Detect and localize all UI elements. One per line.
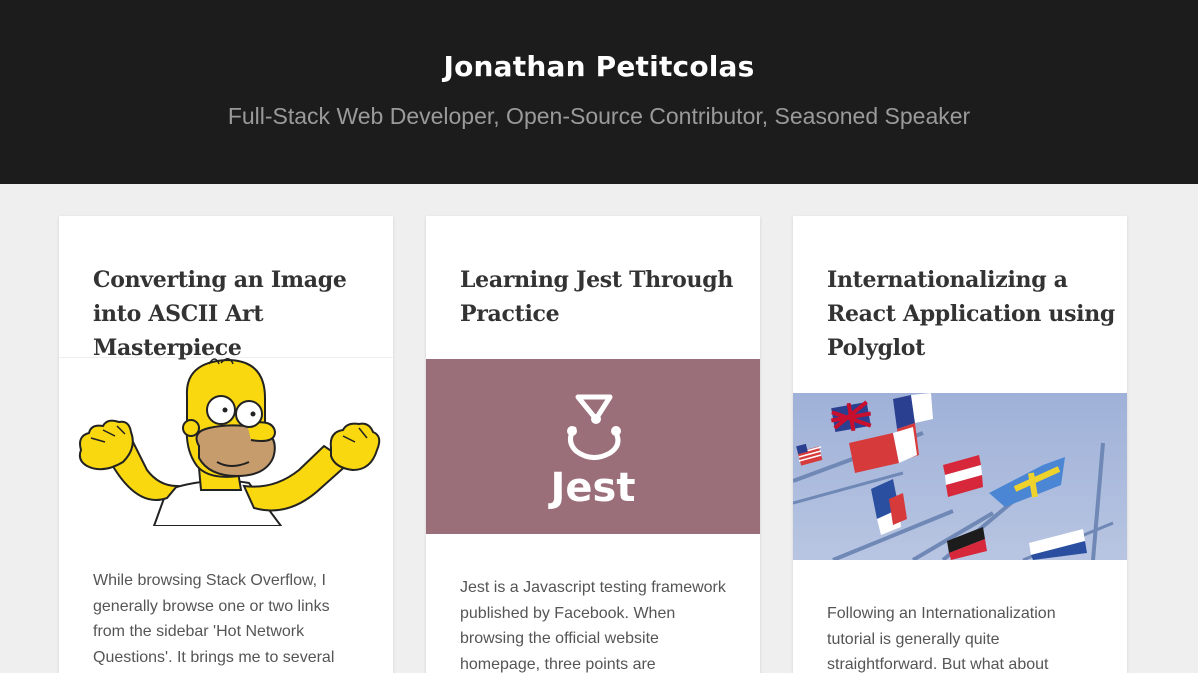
post-card[interactable]: Converting an Image into ASCII Art Maste…	[59, 216, 393, 673]
post-title[interactable]: Learning Jest Through Practice	[426, 216, 760, 359]
jest-logo[interactable]: Jest	[426, 359, 760, 534]
site-tagline: Full-Stack Web Developer, Open-Source Co…	[227, 103, 971, 129]
post-excerpt: While browsing Stack Overflow, I general…	[93, 572, 335, 666]
site-title[interactable]: Jonathan Petitcolas	[0, 50, 1198, 83]
post-title[interactable]: Internationalizing a React Application u…	[793, 216, 1127, 393]
post-card[interactable]: Internationalizing a React Application u…	[793, 216, 1127, 673]
post-card[interactable]: Learning Jest Through Practice Jest Jest…	[426, 216, 760, 673]
homer-simpson-cheering-illustration[interactable]	[59, 358, 393, 526]
jest-wordmark: Jest	[548, 465, 636, 511]
post-excerpt: Following an Internationalization tutori…	[827, 605, 1056, 673]
post-title[interactable]: Converting an Image into ASCII Art Maste…	[59, 216, 393, 361]
international-flags-photo[interactable]	[793, 393, 1127, 560]
site-header: Jonathan Petitcolas Full-Stack Web Devel…	[0, 0, 1198, 184]
post-list: Converting an Image into ASCII Art Maste…	[0, 184, 1198, 673]
post-excerpt: Jest is a Javascript testing framework p…	[460, 579, 726, 673]
